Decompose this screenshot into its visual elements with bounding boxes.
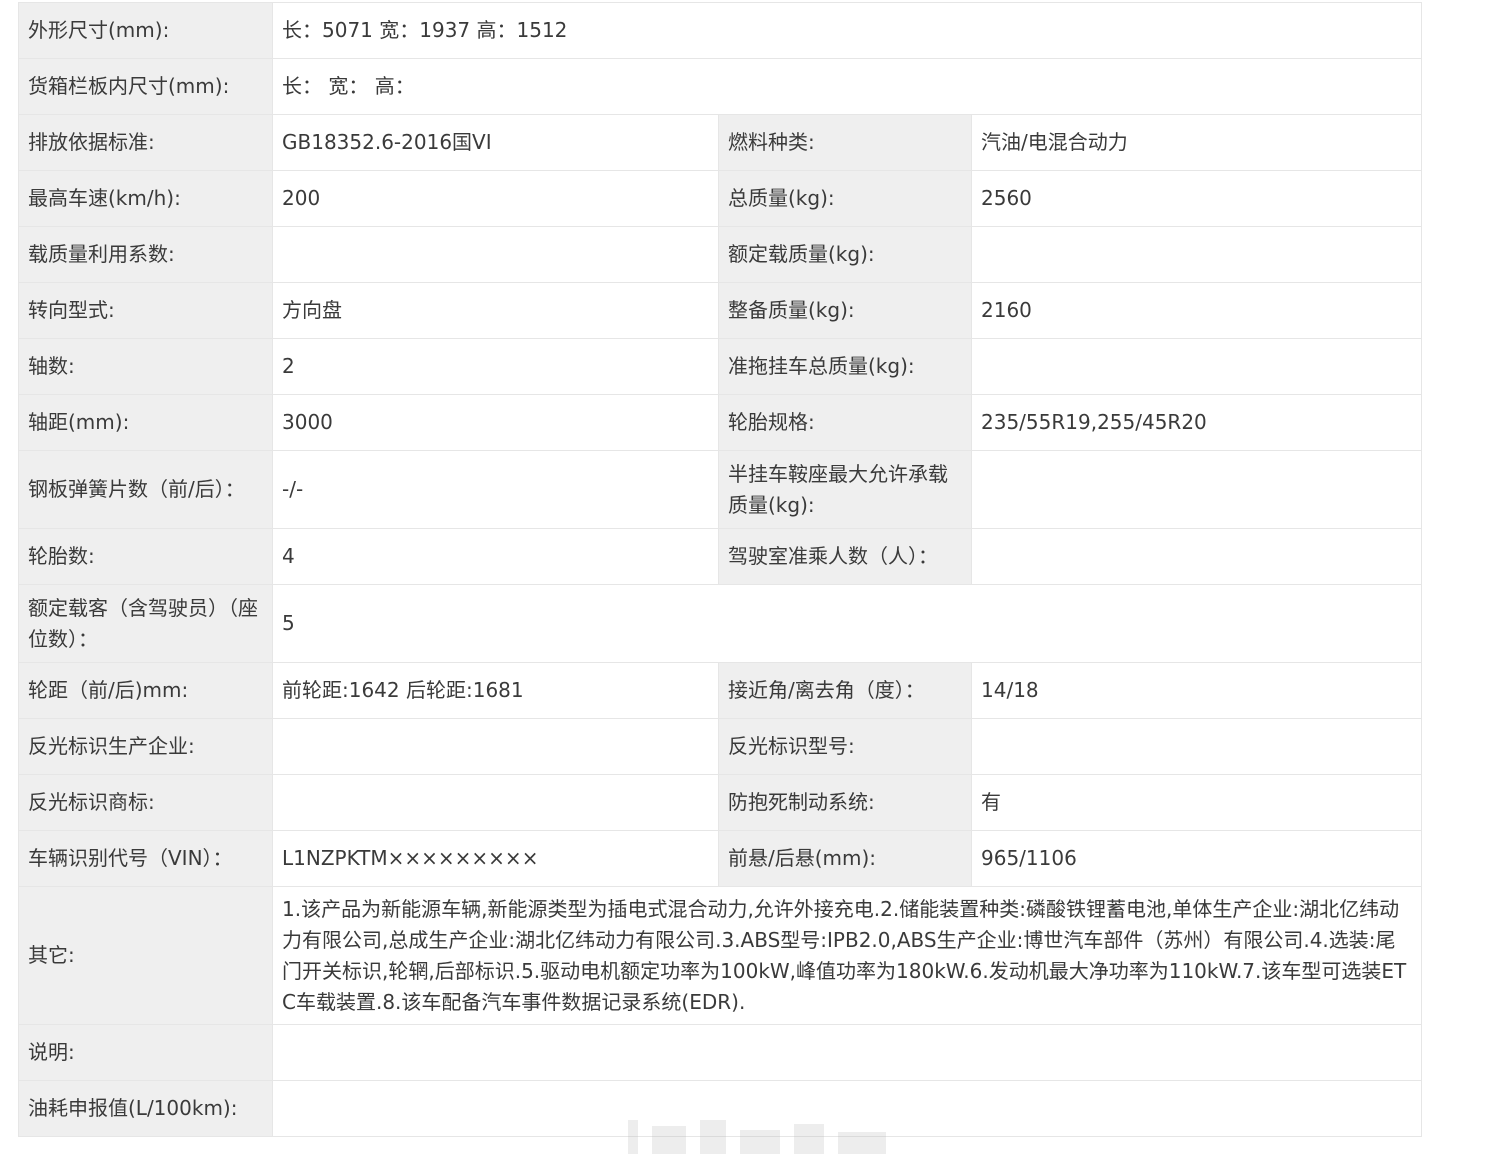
spec-value: 2560 xyxy=(970,170,1423,227)
spec-value: 2 xyxy=(272,338,719,395)
spec-label: 反光标识商标: xyxy=(18,774,273,831)
table-row: 货箱栏板内尺寸(mm): 长： 宽： 高： xyxy=(18,58,1423,115)
table-row: 反光标识生产企业: 反光标识型号: xyxy=(18,718,1423,775)
table-row: 最高车速(km/h): 200 总质量(kg): 2560 xyxy=(18,170,1423,227)
spec-value xyxy=(970,528,1423,585)
watermark-logo xyxy=(628,1120,886,1154)
spec-label: 总质量(kg): xyxy=(718,170,972,227)
spec-value: 长： 宽： 高： xyxy=(271,58,1423,115)
spec-label: 防抱死制动系统: xyxy=(718,774,972,831)
spec-value xyxy=(970,718,1423,775)
spec-label: 额定载质量(kg): xyxy=(718,226,972,283)
spec-label: 说明: xyxy=(18,1024,273,1081)
table-row: 说明: xyxy=(18,1024,1423,1081)
spec-value: 汽油/电混合动力 xyxy=(970,114,1423,171)
spec-label: 油耗申报值(L/100km): xyxy=(18,1080,273,1137)
spec-value: -/- xyxy=(272,450,719,529)
spec-value: 3000 xyxy=(272,394,719,451)
table-row: 轮胎数: 4 驾驶室准乘人数（人）： xyxy=(18,528,1423,585)
table-row: 轴数: 2 准拖挂车总质量(kg): xyxy=(18,338,1423,395)
spec-value: 14/18 xyxy=(970,662,1423,719)
table-row: 载质量利用系数: 额定载质量(kg): xyxy=(18,226,1423,283)
spec-label: 额定载客（含驾驶员）（座位数）： xyxy=(18,584,273,663)
spec-value: 200 xyxy=(272,170,719,227)
spec-label: 接近角/离去角（度）： xyxy=(718,662,972,719)
table-row: 转向型式: 方向盘 整备质量(kg): 2160 xyxy=(18,282,1423,339)
spec-value: 有 xyxy=(970,774,1423,831)
spec-label: 最高车速(km/h): xyxy=(18,170,273,227)
spec-label: 前悬/后悬(mm): xyxy=(718,830,972,887)
spec-label: 燃料种类: xyxy=(718,114,972,171)
spec-label: 其它: xyxy=(18,886,273,1025)
table-row: 钢板弹簧片数（前/后）： -/- 半挂车鞍座最大允许承载质量(kg): xyxy=(18,450,1423,529)
spec-value xyxy=(970,226,1423,283)
table-row: 反光标识商标: 防抱死制动系统: 有 xyxy=(18,774,1423,831)
spec-value: 方向盘 xyxy=(272,282,719,339)
vehicle-spec-table: 外形尺寸(mm): 长：5071 宽：1937 高：1512 货箱栏板内尺寸(m… xyxy=(18,2,1423,1137)
spec-label: 载质量利用系数: xyxy=(18,226,273,283)
spec-value: 长：5071 宽：1937 高：1512 xyxy=(271,2,1423,59)
spec-label: 车辆识别代号（VIN）： xyxy=(18,830,273,887)
spec-label: 排放依据标准: xyxy=(18,114,273,171)
spec-value xyxy=(970,338,1423,395)
spec-label: 轴数: xyxy=(18,338,273,395)
table-row: 额定载客（含驾驶员）（座位数）： 5 xyxy=(18,584,1423,663)
spec-value: 4 xyxy=(272,528,719,585)
spec-label: 货箱栏板内尺寸(mm): xyxy=(18,58,273,115)
table-row: 其它: 1.该产品为新能源车辆,新能源类型为插电式混合动力,允许外接充电.2.储… xyxy=(18,886,1423,1025)
spec-value: L1NZPKTM××××××××× xyxy=(272,830,719,887)
spec-label: 轮胎数: xyxy=(18,528,273,585)
spec-label: 轴距(mm): xyxy=(18,394,273,451)
spec-value: 235/55R19,255/45R20 xyxy=(970,394,1423,451)
spec-label: 反光标识生产企业: xyxy=(18,718,273,775)
spec-label: 反光标识型号: xyxy=(718,718,972,775)
spec-value: 5 xyxy=(271,584,1423,663)
spec-label: 准拖挂车总质量(kg): xyxy=(718,338,972,395)
spec-label: 转向型式: xyxy=(18,282,273,339)
spec-value: 2160 xyxy=(970,282,1423,339)
table-row: 轴距(mm): 3000 轮胎规格: 235/55R19,255/45R20 xyxy=(18,394,1423,451)
spec-label: 半挂车鞍座最大允许承载质量(kg): xyxy=(718,450,972,529)
spec-value: 前轮距:1642 后轮距:1681 xyxy=(272,662,719,719)
spec-value-notes: 1.该产品为新能源车辆,新能源类型为插电式混合动力,允许外接充电.2.储能装置种… xyxy=(271,886,1423,1025)
spec-value xyxy=(272,226,719,283)
spec-label: 轮胎规格: xyxy=(718,394,972,451)
spec-value: 965/1106 xyxy=(970,830,1423,887)
table-row: 外形尺寸(mm): 长：5071 宽：1937 高：1512 xyxy=(18,2,1423,59)
table-row: 车辆识别代号（VIN）： L1NZPKTM××××××××× 前悬/后悬(mm)… xyxy=(18,830,1423,887)
spec-label: 钢板弹簧片数（前/后）： xyxy=(18,450,273,529)
spec-value xyxy=(271,1024,1423,1081)
table-row: 轮距（前/后)mm: 前轮距:1642 后轮距:1681 接近角/离去角（度）：… xyxy=(18,662,1423,719)
spec-value: GB18352.6-2016国VI xyxy=(272,114,719,171)
spec-value xyxy=(970,450,1423,529)
spec-label: 轮距（前/后)mm: xyxy=(18,662,273,719)
spec-label: 外形尺寸(mm): xyxy=(18,2,273,59)
spec-label: 驾驶室准乘人数（人）： xyxy=(718,528,972,585)
spec-value xyxy=(272,774,719,831)
spec-value xyxy=(272,718,719,775)
spec-label: 整备质量(kg): xyxy=(718,282,972,339)
table-row: 排放依据标准: GB18352.6-2016国VI 燃料种类: 汽油/电混合动力 xyxy=(18,114,1423,171)
